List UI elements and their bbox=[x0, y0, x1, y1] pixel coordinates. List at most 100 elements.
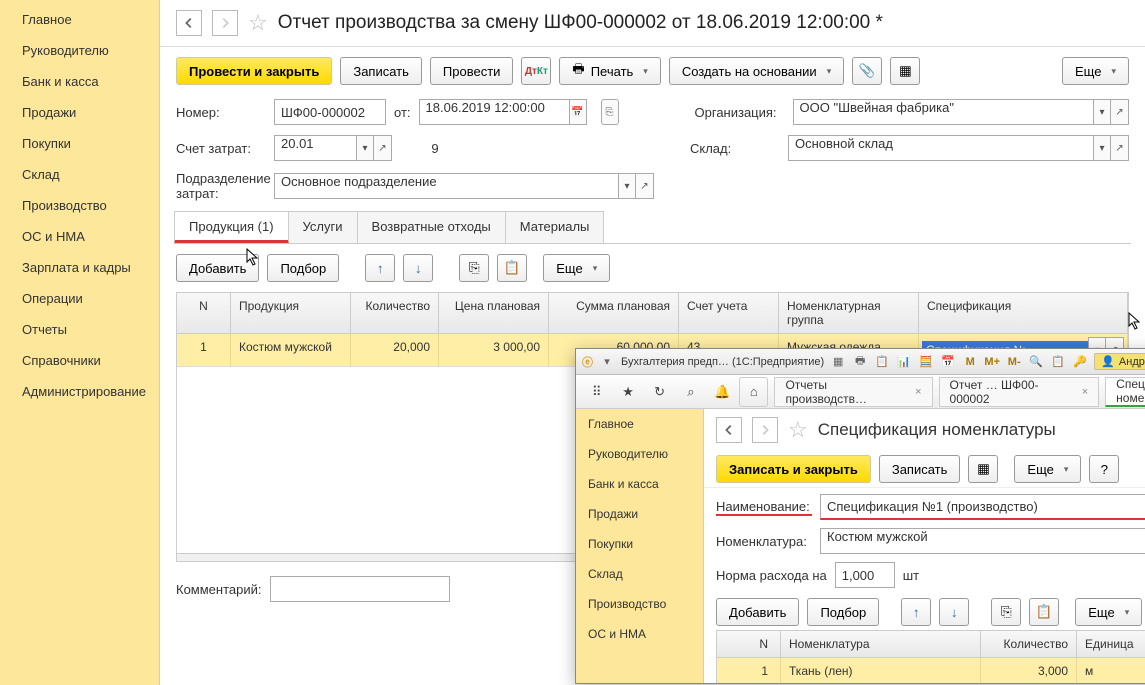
sidebar-item-catalogs[interactable]: Справочники bbox=[0, 345, 159, 376]
org-field[interactable]: ООО "Швейная фабрика" bbox=[793, 99, 1093, 125]
sub-cell-nom[interactable]: Ткань (лен) bbox=[781, 658, 981, 683]
paste-icon[interactable]: 📋 bbox=[497, 254, 527, 282]
number-field[interactable]: ШФ00-000002 bbox=[274, 99, 386, 125]
pick-button[interactable]: Подбор bbox=[267, 254, 339, 282]
calendar2-icon[interactable]: 📅 bbox=[940, 354, 956, 370]
sub-sidebar-bank[interactable]: Банк и касса bbox=[576, 469, 703, 499]
sidebar-item-payroll[interactable]: Зарплата и кадры bbox=[0, 252, 159, 283]
sub-list-icon[interactable]: ▦ bbox=[968, 455, 998, 483]
mem-mplus-icon[interactable]: M+ bbox=[984, 354, 1000, 370]
sidebar-item-purchases[interactable]: Покупки bbox=[0, 128, 159, 159]
sidebar-item-assets[interactable]: ОС и НМА bbox=[0, 221, 159, 252]
sub-cell-qty[interactable]: 3,000 bbox=[981, 658, 1077, 683]
user-badge[interactable]: 👤Андрей bbox=[1094, 353, 1145, 370]
sub-add-button[interactable]: Добавить bbox=[716, 598, 799, 626]
org-dropdown-icon[interactable]: ▾ bbox=[1093, 99, 1111, 125]
sub-nom-field[interactable]: Костюм мужской bbox=[820, 528, 1145, 554]
sidebar-item-sales[interactable]: Продажи bbox=[0, 97, 159, 128]
cell-price[interactable]: 3 000,00 bbox=[439, 334, 549, 366]
dept-dropdown-icon[interactable]: ▾ bbox=[618, 173, 636, 199]
sub-sidebar-purchases[interactable]: Покупки bbox=[576, 529, 703, 559]
sub-help-button[interactable]: ? bbox=[1089, 455, 1119, 483]
key-icon[interactable]: 🔑 bbox=[1072, 354, 1088, 370]
sub-col-nom[interactable]: Номенклатура bbox=[781, 631, 981, 657]
date-field[interactable]: 18.06.2019 12:00:00 bbox=[419, 99, 569, 125]
move-up-icon[interactable]: ↑ bbox=[365, 254, 395, 282]
sub-name-field[interactable]: Спецификация №1 (производство) bbox=[820, 494, 1145, 520]
more-button[interactable]: Еще bbox=[1062, 57, 1129, 85]
mem-m-icon[interactable]: M bbox=[962, 354, 978, 370]
org-open-icon[interactable]: ↗ bbox=[1111, 99, 1129, 125]
warehouse-open-icon[interactable]: ↗ bbox=[1111, 135, 1129, 161]
search-icon[interactable]: ⌕ bbox=[676, 377, 705, 407]
print-icon[interactable]: 🖶 bbox=[852, 354, 868, 370]
sidebar-item-reports[interactable]: Отчеты bbox=[0, 314, 159, 345]
warehouse-dropdown-icon[interactable]: ▾ bbox=[1093, 135, 1111, 161]
warehouse-field[interactable]: Основной склад bbox=[788, 135, 1093, 161]
sub-sidebar-warehouse[interactable]: Склад bbox=[576, 559, 703, 589]
sidebar-item-director[interactable]: Руководителю bbox=[0, 35, 159, 66]
comment-field[interactable] bbox=[270, 576, 450, 602]
sidebar-item-operations[interactable]: Операции bbox=[0, 283, 159, 314]
sub-nav-back[interactable] bbox=[716, 417, 742, 443]
chart-icon[interactable]: 📊 bbox=[896, 354, 912, 370]
tab-materials[interactable]: Материалы bbox=[505, 211, 605, 243]
post-button[interactable]: Провести bbox=[430, 57, 514, 85]
write-button[interactable]: Записать bbox=[340, 57, 422, 85]
favorite-star-icon[interactable]: ☆ bbox=[248, 10, 268, 36]
tab-returns[interactable]: Возвратные отходы bbox=[357, 211, 506, 243]
mem-mminus-icon[interactable]: M- bbox=[1006, 354, 1022, 370]
sub-table-row[interactable]: 1 Ткань (лен) 3,000 м bbox=[717, 658, 1145, 683]
dropdown-icon[interactable]: ▾ bbox=[599, 354, 615, 370]
sub-table-more-button[interactable]: Еще bbox=[1075, 598, 1142, 626]
sub-copy-icon[interactable]: ⎘ bbox=[991, 598, 1021, 626]
zoom-icon[interactable]: 🔍 bbox=[1028, 354, 1044, 370]
cell-qty[interactable]: 20,000 bbox=[351, 334, 439, 366]
dept-open-icon[interactable]: ↗ bbox=[636, 173, 654, 199]
home-icon[interactable]: ⌂ bbox=[739, 377, 768, 407]
copy-icon[interactable]: ⎘ bbox=[459, 254, 489, 282]
nav-forward-button[interactable] bbox=[212, 10, 238, 36]
sub-pick-button[interactable]: Подбор bbox=[807, 598, 879, 626]
sidebar-item-main[interactable]: Главное bbox=[0, 4, 159, 35]
col-price[interactable]: Цена плановая bbox=[439, 293, 549, 333]
sub-cell-unit[interactable]: м bbox=[1077, 658, 1145, 683]
col-n[interactable]: N bbox=[177, 293, 231, 333]
tab-products[interactable]: Продукция (1) bbox=[174, 211, 289, 243]
sub-write-button[interactable]: Записать bbox=[879, 455, 961, 483]
sub-paste-icon[interactable]: 📋 bbox=[1029, 598, 1059, 626]
sub-star-icon[interactable]: ☆ bbox=[788, 417, 808, 443]
sidebar-item-production[interactable]: Производство bbox=[0, 190, 159, 221]
dt-kt-icon[interactable]: ДтКт bbox=[521, 57, 551, 85]
col-sum[interactable]: Сумма плановая bbox=[549, 293, 679, 333]
sub-more-button[interactable]: Еще bbox=[1014, 455, 1081, 483]
sub-move-down-icon[interactable]: ↓ bbox=[939, 598, 969, 626]
dept-field[interactable]: Основное подразделение bbox=[274, 173, 618, 199]
create-based-button[interactable]: Создать на основании bbox=[669, 57, 844, 85]
link-icon[interactable]: ▦ bbox=[890, 57, 920, 85]
cost-acc-dropdown-icon[interactable]: ▾ bbox=[356, 135, 374, 161]
sub-write-close-button[interactable]: Записать и закрыть bbox=[716, 455, 871, 483]
col-account[interactable]: Счет учета bbox=[679, 293, 779, 333]
move-down-icon[interactable]: ↓ bbox=[403, 254, 433, 282]
sub-col-n[interactable]: N bbox=[717, 631, 781, 657]
nav-back-button[interactable] bbox=[176, 10, 202, 36]
calc-icon[interactable]: 🧮 bbox=[918, 354, 934, 370]
sidebar-item-bank[interactable]: Банк и касса bbox=[0, 66, 159, 97]
col-product[interactable]: Продукция bbox=[231, 293, 351, 333]
apps-grid-icon[interactable]: ⠿ bbox=[582, 377, 611, 407]
cell-product[interactable]: Костюм мужской bbox=[231, 334, 351, 366]
sub-titlebar[interactable]: ⓔ ▾ Бухгалтерия предп… (1С:Предприятие) … bbox=[576, 349, 1145, 375]
post-and-close-button[interactable]: Провести и закрыть bbox=[176, 57, 332, 85]
tab-services[interactable]: Услуги bbox=[288, 211, 358, 243]
calendar-icon[interactable]: 📅 bbox=[569, 99, 587, 125]
sub-nav-forward[interactable] bbox=[752, 417, 778, 443]
sub-sidebar-production[interactable]: Производство bbox=[576, 589, 703, 619]
star-icon[interactable]: ★ bbox=[613, 377, 642, 407]
sub-sidebar-assets[interactable]: ОС и НМА bbox=[576, 619, 703, 649]
table-more-button[interactable]: Еще bbox=[543, 254, 610, 282]
cost-acc-field[interactable]: 20.01 bbox=[274, 135, 356, 161]
col-nom-group[interactable]: Номенклатурная группа bbox=[779, 293, 919, 333]
history-icon[interactable]: ↻ bbox=[645, 377, 674, 407]
doc-tab-2[interactable]: Отчет … ШФ00-000002× bbox=[939, 377, 1100, 407]
